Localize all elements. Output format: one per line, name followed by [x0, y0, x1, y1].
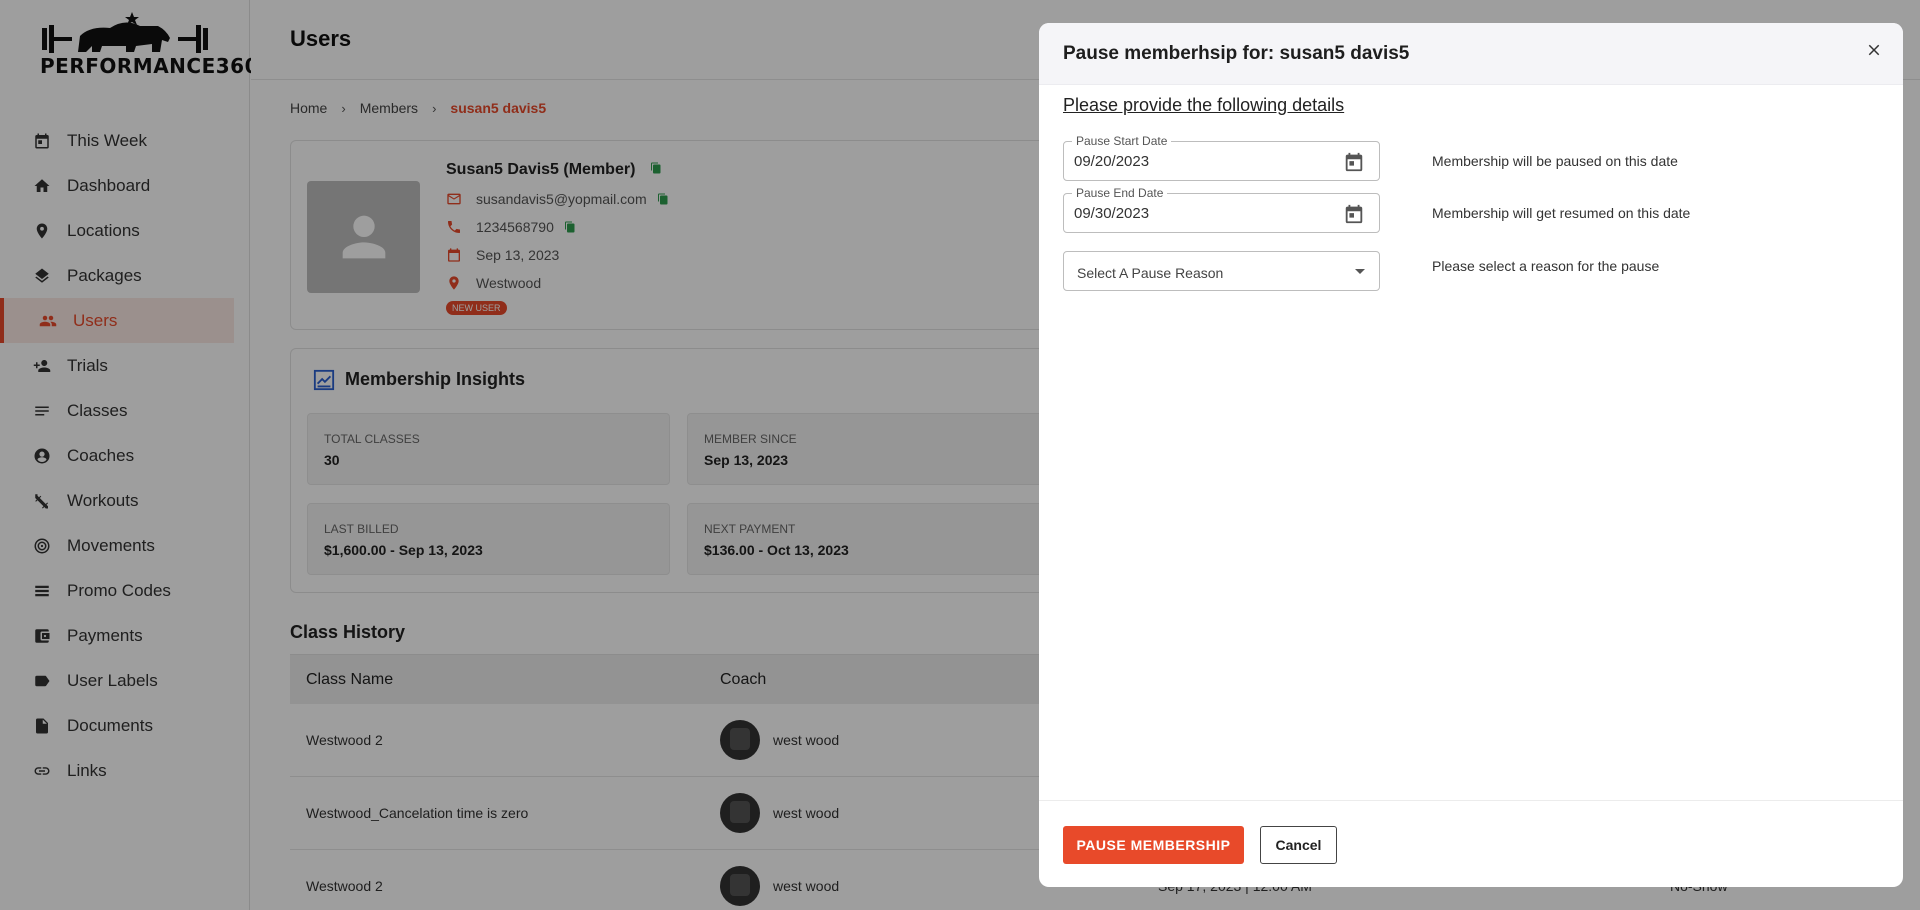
- dialog-header: Pause memberhsip for: susan5 davis5: [1039, 23, 1903, 85]
- pause-membership-dialog: Pause memberhsip for: susan5 davis5 Plea…: [1039, 23, 1903, 887]
- field-value: 09/20/2023: [1074, 153, 1150, 170]
- pause-start-date-field[interactable]: Pause Start Date 09/20/2023: [1063, 134, 1380, 181]
- select-placeholder: Select A Pause Reason: [1077, 265, 1224, 281]
- field-label: Pause Start Date: [1072, 134, 1172, 148]
- close-icon: [1868, 44, 1880, 56]
- cancel-button[interactable]: Cancel: [1260, 826, 1337, 864]
- dropdown-arrow-icon: [1355, 269, 1365, 274]
- calendar-icon[interactable]: [1343, 203, 1365, 230]
- reason-hint: Please select a reason for the pause: [1432, 258, 1660, 274]
- dialog-footer-divider: [1039, 800, 1903, 801]
- pause-end-date-field[interactable]: Pause End Date 09/30/2023: [1063, 186, 1380, 233]
- calendar-icon[interactable]: [1343, 151, 1365, 178]
- end-date-hint: Membership will get resumed on this date: [1432, 205, 1691, 221]
- close-button[interactable]: [1859, 35, 1889, 65]
- field-label: Pause End Date: [1072, 186, 1168, 200]
- pause-membership-button[interactable]: PAUSE MEMBERSHIP: [1063, 826, 1244, 864]
- start-date-hint: Membership will be paused on this date: [1432, 153, 1678, 169]
- dialog-subtitle: Please provide the following details: [1063, 95, 1345, 115]
- pause-reason-select[interactable]: Select A Pause Reason: [1063, 251, 1380, 291]
- field-value: 09/30/2023: [1074, 205, 1150, 222]
- dialog-title: Pause memberhsip for: susan5 davis5: [1063, 43, 1410, 64]
